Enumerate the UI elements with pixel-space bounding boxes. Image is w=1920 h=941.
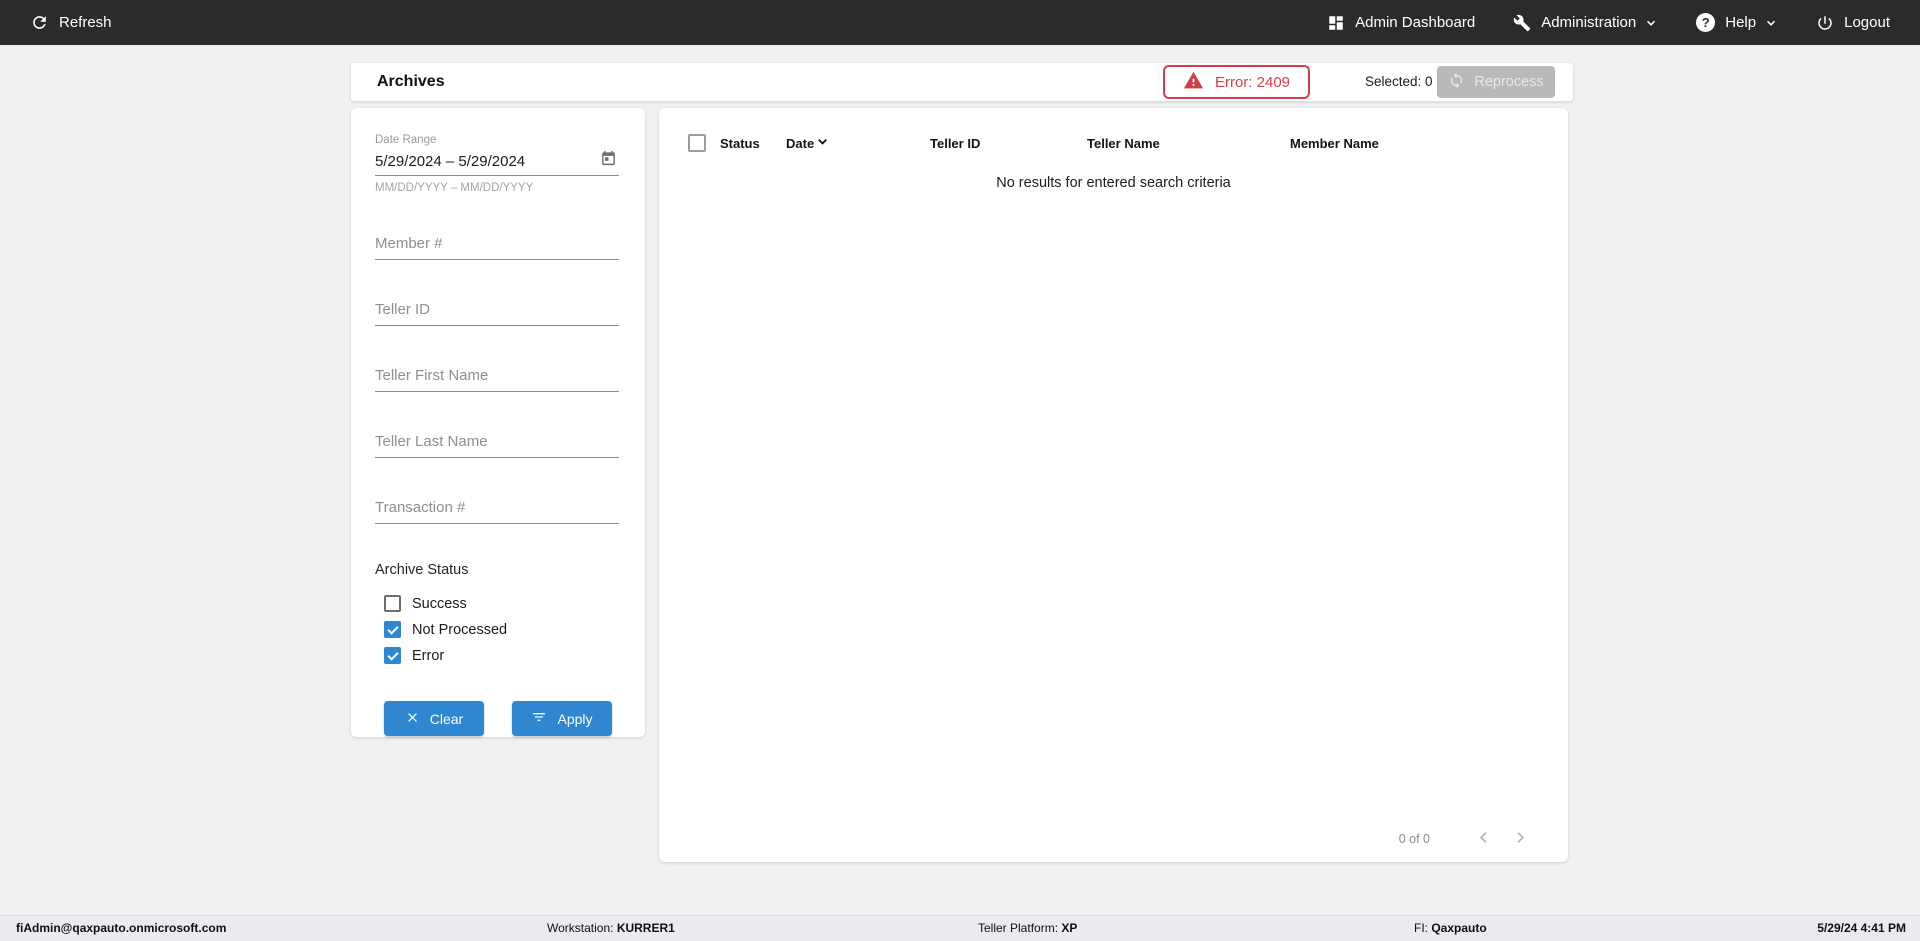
column-header-status[interactable]: Status (720, 136, 786, 151)
workstation-label: Workstation: (547, 921, 614, 935)
column-header-teller-name[interactable]: Teller Name (1087, 136, 1290, 151)
x-icon (405, 710, 420, 728)
column-header-member-name[interactable]: Member Name (1290, 136, 1568, 151)
platform-value: XP (1061, 921, 1078, 935)
teller-last-name-input[interactable] (375, 429, 619, 458)
help-menu[interactable]: ? Help (1696, 13, 1778, 32)
selected-count: Selected: 0 (1365, 74, 1433, 89)
help-label: Help (1725, 14, 1757, 31)
error-label: Error (412, 647, 445, 664)
date-column-label: Date (786, 135, 815, 151)
administration-label: Administration (1541, 14, 1637, 31)
platform-label: Teller Platform: (978, 921, 1059, 935)
chevron-right-icon (1511, 832, 1530, 850)
workstation-value: KURRER1 (616, 921, 675, 935)
refresh-label: Refresh (59, 14, 112, 31)
calendar-picker-button[interactable] (598, 149, 619, 170)
calendar-icon (600, 150, 617, 170)
next-page-button[interactable] (1511, 828, 1530, 850)
select-all-checkbox[interactable] (688, 134, 706, 152)
sort-descending-icon (815, 134, 830, 152)
table-header-row: Status Date Teller ID Teller Name Member… (659, 108, 1568, 158)
error-count-label: Error: 2409 (1214, 73, 1291, 91)
success-label: Success (412, 595, 467, 612)
clear-label: Clear (429, 710, 464, 727)
page-header-bar: Archives Error: 2409 Selected: 0 Reproce… (351, 63, 1573, 101)
pagination-controls: 0 of 0 (1399, 828, 1530, 850)
date-range-label: Date Range (375, 134, 437, 146)
topbar-menu: Admin Dashboard Administration ? Help Lo… (1327, 13, 1890, 32)
date-range-field[interactable]: 5/29/2024 – 5/29/2024 (375, 149, 619, 176)
apply-label: Apply (557, 710, 593, 727)
wrench-icon (1513, 14, 1531, 32)
reprocess-label: Reprocess (1474, 74, 1544, 90)
member-number-field-wrap (375, 231, 619, 260)
not-processed-label: Not Processed (412, 621, 508, 638)
teller-id-field-wrap (375, 297, 619, 326)
fi-value: Qaxpauto (1431, 921, 1487, 935)
chevron-left-icon (1474, 832, 1493, 850)
transaction-number-input[interactable] (375, 495, 619, 524)
footer-datetime: 5/29/24 4:41 PM (1817, 921, 1906, 935)
results-table-panel: Status Date Teller ID Teller Name Member… (659, 108, 1568, 862)
column-header-date[interactable]: Date (786, 134, 930, 152)
archive-status-heading: Archive Status (375, 562, 469, 578)
workstation-info: Workstation: KURRER1 (547, 916, 675, 941)
top-navigation-bar: Refresh Admin Dashboard Administration ?… (0, 0, 1920, 45)
error-count-badge[interactable]: Error: 2409 (1163, 65, 1310, 99)
teller-id-input[interactable] (375, 297, 619, 326)
empty-results-message: No results for entered search criteria (996, 175, 1231, 191)
teller-first-name-field-wrap (375, 363, 619, 392)
refresh-icon (30, 13, 49, 32)
chevron-down-icon (1644, 16, 1658, 30)
archive-status-option-error[interactable]: Error (384, 645, 619, 666)
archive-status-options: Success Not Processed Error (384, 593, 619, 666)
not-processed-checkbox[interactable] (384, 621, 401, 638)
filter-actions: Clear Apply (384, 701, 619, 736)
logout-button[interactable]: Logout (1816, 14, 1890, 32)
success-checkbox[interactable] (384, 595, 401, 612)
status-footer: fiAdmin@qaxpauto.onmicrosoft.com Worksta… (0, 915, 1920, 941)
date-range-value[interactable]: 5/29/2024 – 5/29/2024 (375, 153, 525, 170)
archive-status-option-success[interactable]: Success (384, 593, 619, 614)
filter-icon (531, 709, 547, 728)
fi-label: FI: (1414, 921, 1428, 935)
column-header-teller-id[interactable]: Teller ID (930, 136, 1087, 151)
logout-label: Logout (1844, 14, 1890, 31)
dashboard-icon (1327, 14, 1345, 32)
help-icon: ? (1696, 13, 1716, 32)
teller-last-name-field-wrap (375, 429, 619, 458)
date-format-hint: MM/DD/YYYY – MM/DD/YYYY (375, 182, 534, 194)
error-checkbox[interactable] (384, 647, 401, 664)
refresh-button[interactable]: Refresh (30, 13, 112, 32)
admin-dashboard-label: Admin Dashboard (1355, 14, 1476, 31)
warning-triangle-icon (1183, 70, 1204, 95)
archive-status-option-not-processed[interactable]: Not Processed (384, 619, 619, 640)
member-number-input[interactable] (375, 231, 619, 260)
admin-dashboard-button[interactable]: Admin Dashboard (1327, 14, 1475, 32)
previous-page-button[interactable] (1474, 828, 1493, 850)
filter-panel: Date Range 5/29/2024 – 5/29/2024 MM/DD/Y… (351, 108, 645, 737)
teller-platform-info: Teller Platform: XP (978, 916, 1077, 941)
power-icon (1816, 14, 1834, 32)
page-title: Archives (377, 73, 445, 90)
reprocess-button[interactable]: Reprocess (1437, 66, 1555, 98)
administration-menu[interactable]: Administration (1513, 14, 1658, 32)
page-count: 0 of 0 (1398, 832, 1430, 846)
transaction-number-field-wrap (375, 495, 619, 524)
chevron-down-icon (1764, 16, 1778, 30)
teller-first-name-input[interactable] (375, 363, 619, 392)
apply-button[interactable]: Apply (512, 701, 612, 736)
sync-icon (1448, 72, 1465, 93)
fi-info: FI: Qaxpauto (1414, 916, 1487, 941)
logged-in-user: fiAdmin@qaxpauto.onmicrosoft.com (16, 921, 227, 935)
clear-button[interactable]: Clear (384, 701, 484, 736)
